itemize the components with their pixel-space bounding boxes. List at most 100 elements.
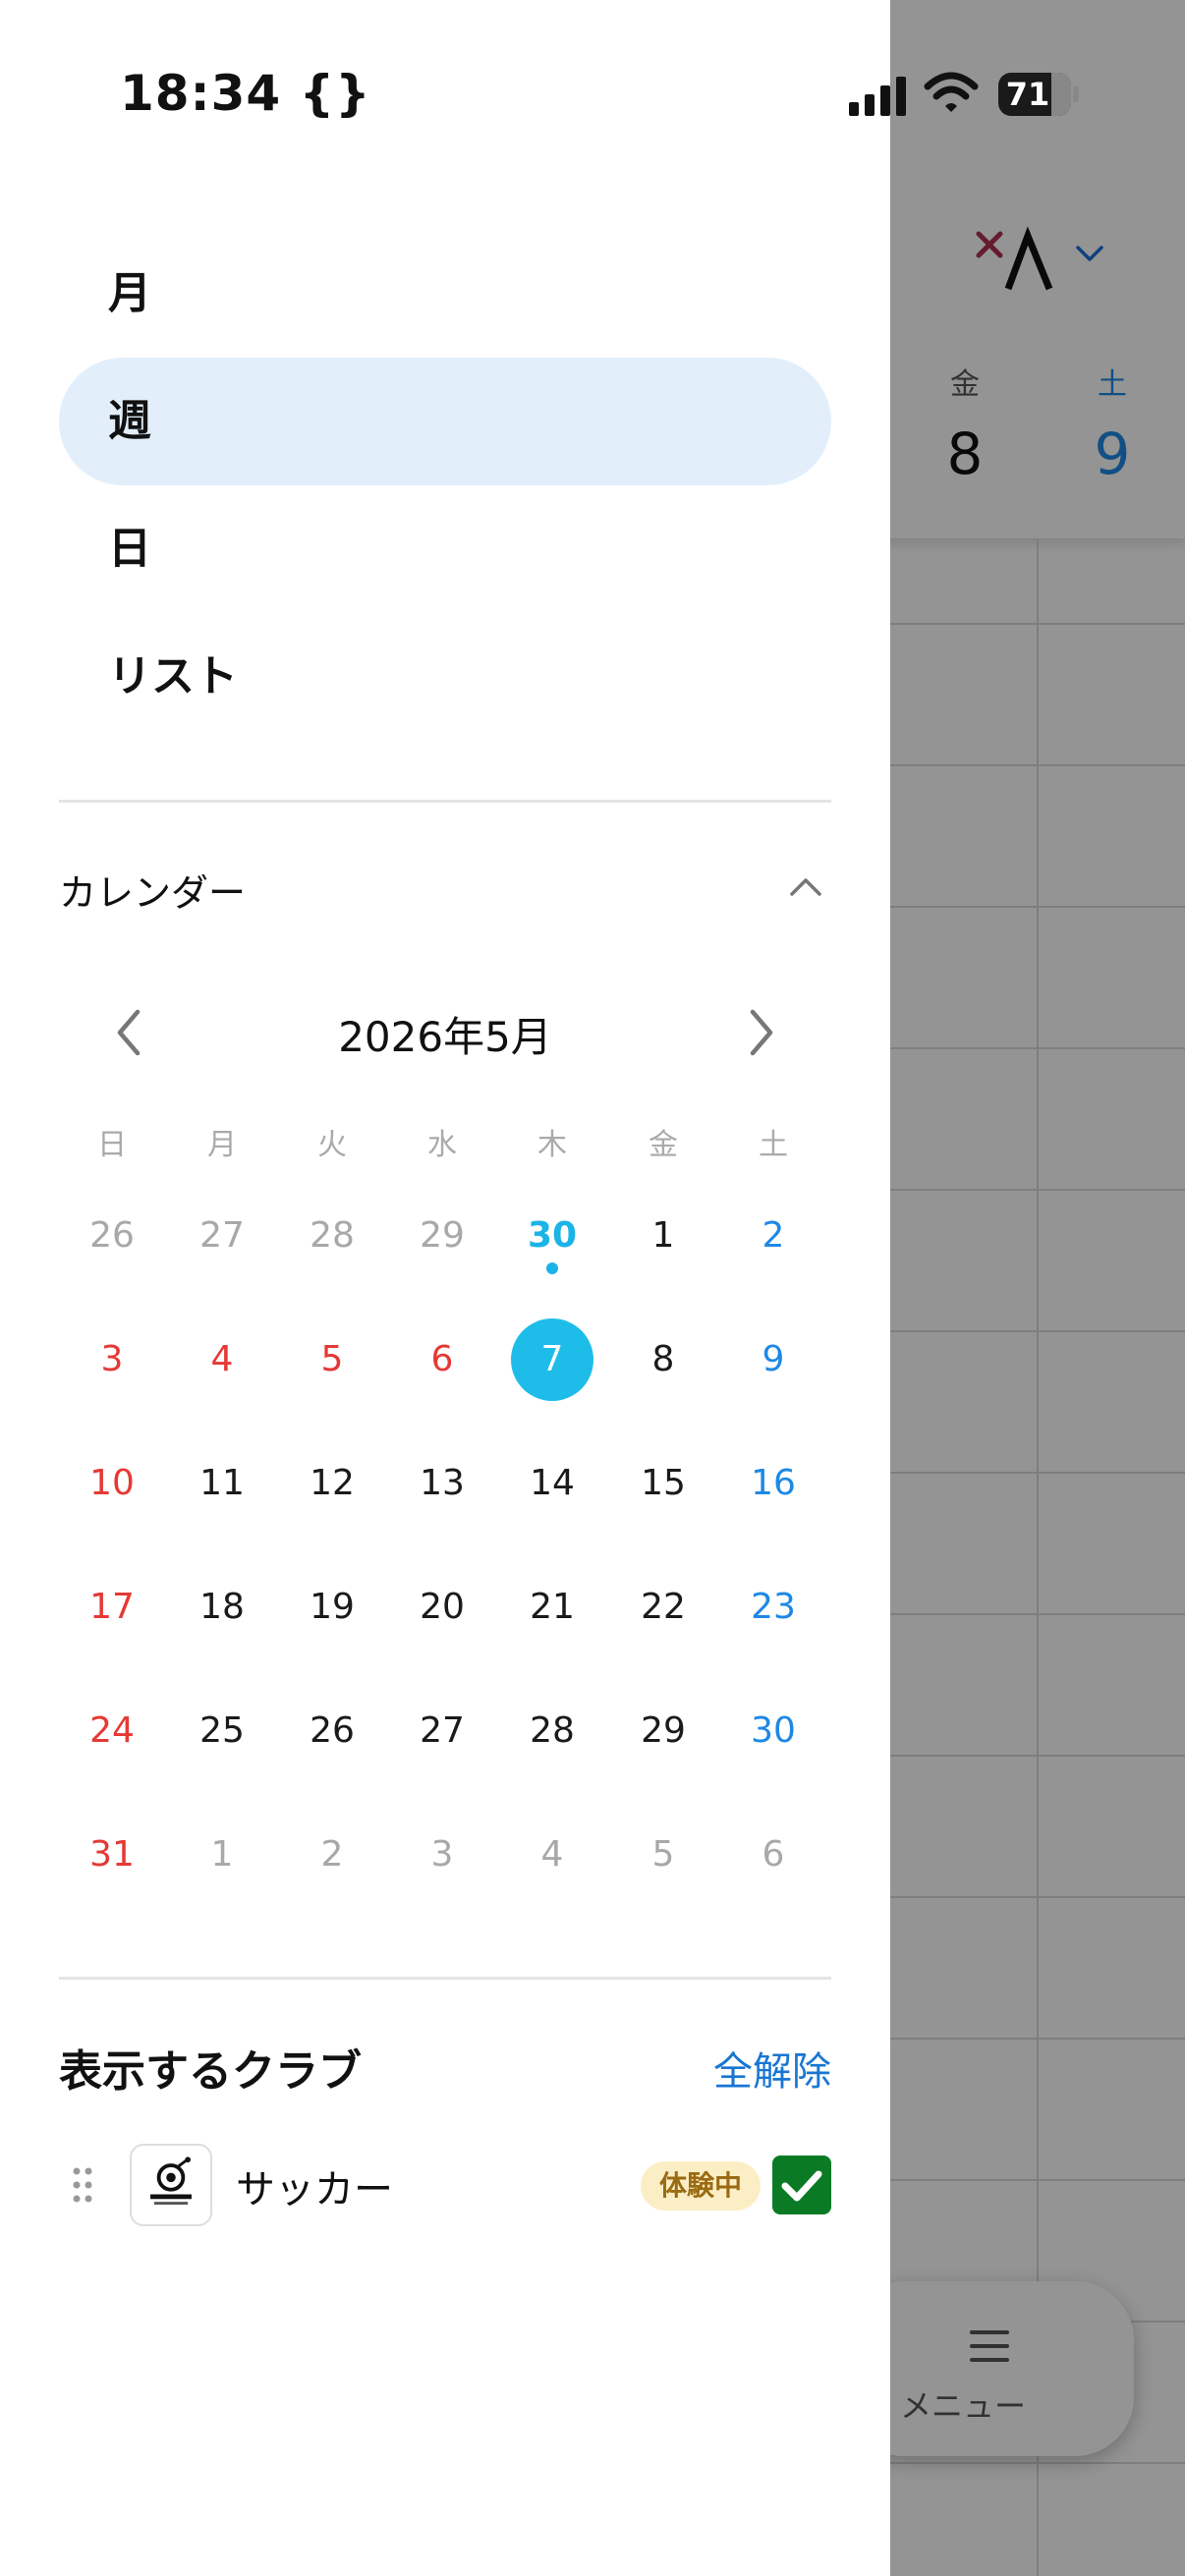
calendar-day-cell[interactable]: 29 xyxy=(398,1192,486,1280)
day-number: 5 xyxy=(651,1834,675,1875)
view-week[interactable]: 週 xyxy=(59,358,831,485)
view-month[interactable]: 月 xyxy=(59,230,831,358)
day-number: 4 xyxy=(210,1339,234,1379)
calendar-day-cell[interactable]: 12 xyxy=(288,1439,376,1528)
calendar-day-cell[interactable]: 28 xyxy=(508,1687,596,1775)
calendar-day-cell[interactable]: 15 xyxy=(619,1439,707,1528)
wifi-icon xyxy=(924,72,979,112)
calendar-day-cell[interactable]: 9 xyxy=(729,1316,818,1404)
day-number: 12 xyxy=(310,1463,355,1503)
calendar-day-cell[interactable]: 27 xyxy=(178,1192,266,1280)
day-number: 8 xyxy=(651,1339,675,1379)
calendar-day-cell[interactable]: 2 xyxy=(288,1811,376,1899)
calendar-day-cell[interactable]: 5 xyxy=(288,1316,376,1404)
day-number: 2 xyxy=(762,1215,785,1256)
checkmark-icon xyxy=(781,2170,822,2202)
prev-month-chevron-left-icon[interactable] xyxy=(110,1004,149,1061)
day-number: 26 xyxy=(89,1215,135,1256)
status-time: 18:34 {} xyxy=(120,65,371,122)
calendar-day-cell[interactable]: 28 xyxy=(288,1192,376,1280)
calendar-day-cell[interactable]: 2 xyxy=(729,1192,818,1280)
calendar-day-cell[interactable]: 20 xyxy=(398,1563,486,1652)
calendar-day-cell[interactable]: 26 xyxy=(68,1192,156,1280)
day-number: 23 xyxy=(751,1587,796,1627)
calendar-day-cell[interactable]: 25 xyxy=(178,1687,266,1775)
weekday-label: 月 xyxy=(207,1128,237,1162)
day-number: 3 xyxy=(430,1834,454,1875)
calendar-day-cell[interactable]: 14 xyxy=(508,1439,596,1528)
calendar-day-cell[interactable]: 29 xyxy=(619,1687,707,1775)
day-number: 6 xyxy=(430,1339,454,1379)
side-drawer: 18:34 {} 71 月 週 日 リスト カレンダー 2026年5月 日月火水… xyxy=(0,0,1079,2576)
day-number: 15 xyxy=(641,1463,686,1503)
calendar-day-cell[interactable]: 3 xyxy=(398,1811,486,1899)
day-number: 2 xyxy=(320,1834,344,1875)
calendar-day-cell[interactable]: 5 xyxy=(619,1811,707,1899)
day-number: 27 xyxy=(420,1710,465,1751)
calendar-day-cell[interactable]: 27 xyxy=(398,1687,486,1775)
calendar-day-cell[interactable]: 19 xyxy=(288,1563,376,1652)
drag-handle-icon[interactable] xyxy=(71,2165,94,2205)
today-indicator-dot xyxy=(546,1262,558,1274)
day-number: 14 xyxy=(530,1463,575,1503)
calendar-day-cell[interactable]: 1 xyxy=(619,1192,707,1280)
calendar-day-cell[interactable]: 6 xyxy=(398,1316,486,1404)
day-number: 28 xyxy=(530,1710,575,1751)
clubs-section-title: 表示するクラブ xyxy=(59,2046,362,2097)
calendar-section-title: カレンダー xyxy=(59,871,247,915)
weekday-label: 水 xyxy=(427,1128,457,1162)
day-number: 6 xyxy=(762,1834,785,1875)
calendar-day-cell[interactable]: 23 xyxy=(729,1563,818,1652)
day-number: 19 xyxy=(310,1587,355,1627)
calendar-day-cell[interactable]: 6 xyxy=(729,1811,818,1899)
day-number: 27 xyxy=(199,1215,245,1256)
day-number: 22 xyxy=(641,1587,686,1627)
view-list[interactable]: リスト xyxy=(59,613,831,741)
day-number: 5 xyxy=(320,1339,344,1379)
calendar-day-cell[interactable]: 30 xyxy=(508,1192,596,1280)
calendar-day-cell[interactable]: 24 xyxy=(68,1687,156,1775)
day-number: 29 xyxy=(420,1215,465,1256)
calendar-day-cell[interactable]: 22 xyxy=(619,1563,707,1652)
view-day[interactable]: 日 xyxy=(59,485,831,613)
day-number: 1 xyxy=(651,1215,675,1256)
calendar-day-cell[interactable]: 3 xyxy=(68,1316,156,1404)
day-number: 1 xyxy=(210,1834,234,1875)
clear-all-link[interactable]: 全解除 xyxy=(713,2040,831,2097)
cellular-signal-icon xyxy=(849,77,906,116)
day-number: 31 xyxy=(89,1834,135,1875)
calendar-day-cell[interactable]: 18 xyxy=(178,1563,266,1652)
weekday-label: 火 xyxy=(317,1128,347,1162)
view-week-label: 週 xyxy=(108,396,151,446)
day-number: 17 xyxy=(89,1587,135,1627)
weekday-label: 土 xyxy=(759,1128,788,1162)
day-number: 26 xyxy=(310,1710,355,1751)
view-month-label: 月 xyxy=(108,268,151,318)
club-visibility-checkbox[interactable] xyxy=(772,2156,831,2214)
day-number: 24 xyxy=(89,1710,135,1751)
weekday-label: 金 xyxy=(649,1128,678,1162)
calendar-day-cell[interactable]: 26 xyxy=(288,1687,376,1775)
calendar-day-cell[interactable]: 13 xyxy=(398,1439,486,1528)
calendar-day-cell[interactable]: 17 xyxy=(68,1563,156,1652)
calendar-day-cell[interactable]: 7 xyxy=(508,1316,596,1404)
divider xyxy=(59,1977,831,1980)
calendar-day-cell[interactable]: 16 xyxy=(729,1439,818,1528)
battery-icon: 71 xyxy=(998,73,1079,116)
calendar-day-cell[interactable]: 30 xyxy=(729,1687,818,1775)
day-number: 10 xyxy=(89,1463,135,1503)
calendar-day-cell[interactable]: 8 xyxy=(619,1316,707,1404)
day-number: 9 xyxy=(762,1339,785,1379)
chevron-up-icon[interactable] xyxy=(786,872,825,902)
calendar-day-cell[interactable]: 11 xyxy=(178,1439,266,1528)
calendar-day-cell[interactable]: 21 xyxy=(508,1563,596,1652)
calendar-day-cell[interactable]: 31 xyxy=(68,1811,156,1899)
day-number: 20 xyxy=(420,1587,465,1627)
calendar-day-cell[interactable]: 1 xyxy=(178,1811,266,1899)
calendar-day-cell[interactable]: 4 xyxy=(508,1811,596,1899)
calendar-day-cell[interactable]: 4 xyxy=(178,1316,266,1404)
view-list-label: リスト xyxy=(108,651,238,701)
day-number: 16 xyxy=(751,1463,796,1503)
calendar-day-cell[interactable]: 10 xyxy=(68,1439,156,1528)
next-month-chevron-right-icon[interactable] xyxy=(741,1004,780,1061)
